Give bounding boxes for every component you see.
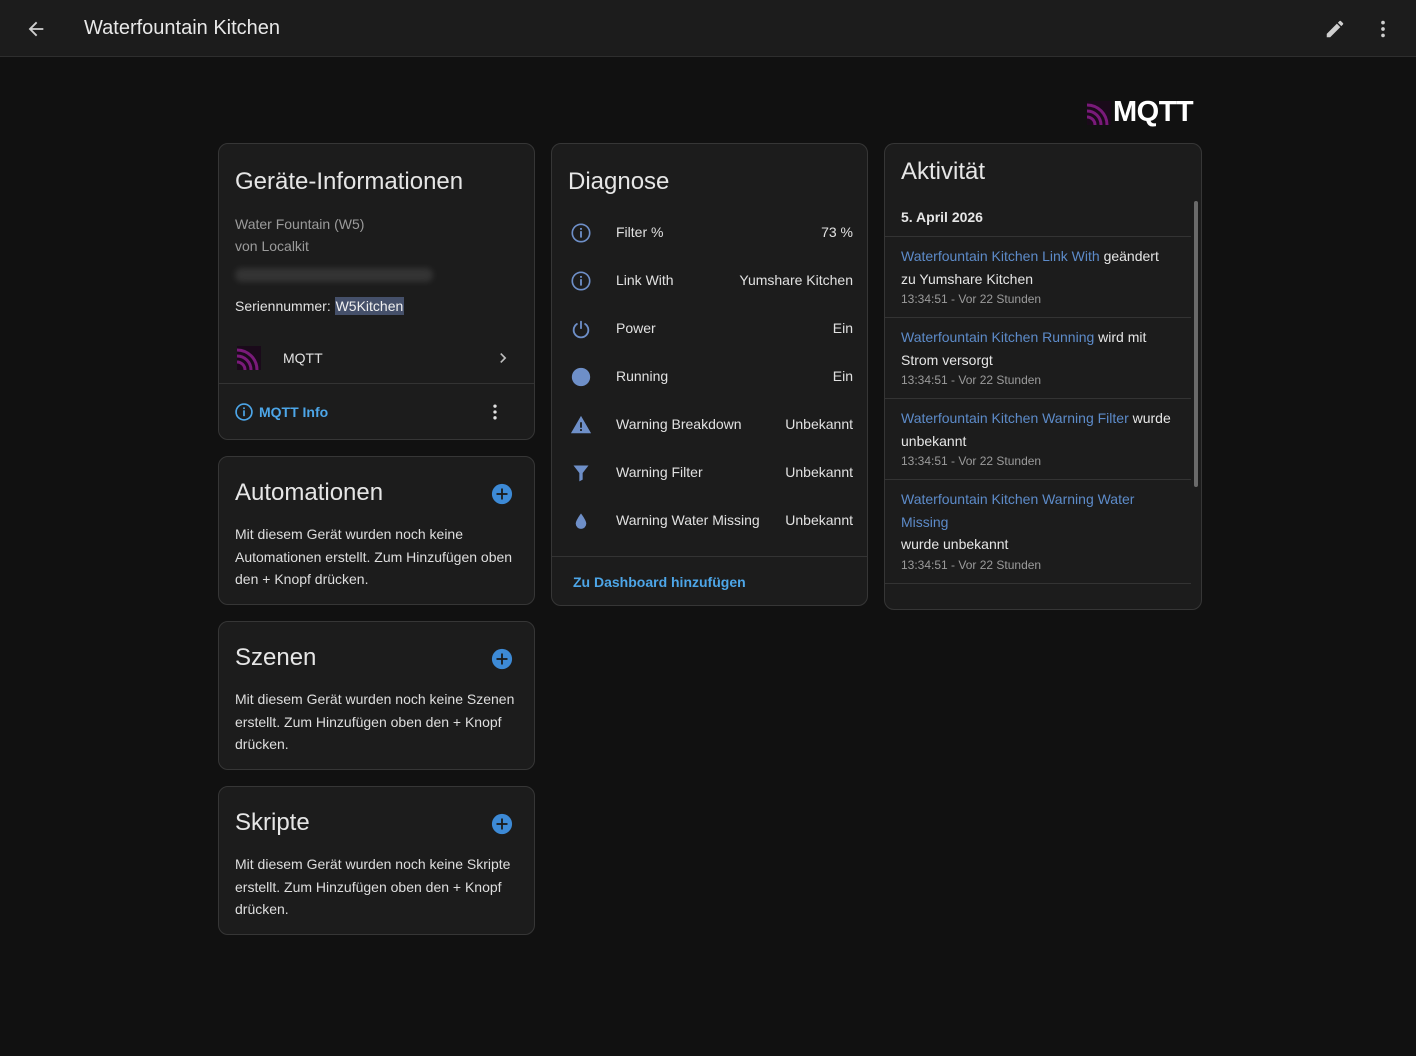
serial-label: Seriennummer: xyxy=(235,298,335,314)
divider xyxy=(219,383,534,384)
diagnose-card: Diagnose Filter % 73 % Link With Yumshar… xyxy=(551,143,868,606)
mqtt-info-label: MQTT Info xyxy=(259,404,329,420)
page-title: Waterfountain Kitchen xyxy=(84,17,281,39)
arrow-left-icon xyxy=(28,21,44,37)
activity-entry: Waterfountain Kitchen Warning Filter wur… xyxy=(885,398,1191,479)
diag-value: Yumshare Kitchen xyxy=(739,272,853,288)
more-options-button[interactable] xyxy=(1370,16,1396,42)
diag-name: Filter % xyxy=(616,224,664,240)
circle-icon xyxy=(571,367,591,387)
diag-row-warning-water-missing[interactable]: Warning Water Missing Unbekannt xyxy=(552,497,867,545)
water-drop-icon xyxy=(575,513,587,529)
scripts-title: Skripte xyxy=(235,809,310,836)
mqtt-logo: MQTT xyxy=(1087,96,1194,129)
mqtt-logo-icon xyxy=(1087,100,1111,125)
add-automation-button[interactable] xyxy=(491,483,513,505)
diag-row-filter[interactable]: Filter % 73 % xyxy=(552,209,867,257)
activity-entry-partial xyxy=(885,583,1191,596)
info-circle-icon xyxy=(571,271,591,291)
automations-title: Automationen xyxy=(235,479,384,506)
activity-text: wurde unbekannt xyxy=(901,536,1009,552)
scenes-card: Szenen Mit diesem Gerät wurden noch kein… xyxy=(218,621,535,770)
activity-time: 13:34:51 - Vor 22 Stunden xyxy=(901,373,1042,387)
diagnose-title: Diagnose xyxy=(568,168,670,195)
diag-name: Link With xyxy=(616,272,674,288)
scenes-empty-text: Mit diesem Gerät wurden noch keine Szene… xyxy=(235,691,515,752)
chevron-right-icon xyxy=(500,353,507,363)
diag-name: Warning Filter xyxy=(616,464,703,480)
activity-entry: Waterfountain Kitchen Running wird mit S… xyxy=(885,317,1191,398)
diag-row-warning-breakdown[interactable]: Warning Breakdown Unbekannt xyxy=(552,401,867,449)
diag-row-power[interactable]: Power Ein xyxy=(552,305,867,353)
edit-button[interactable] xyxy=(1322,16,1348,42)
scripts-card: Skripte Mit diesem Gerät wurden noch kei… xyxy=(218,786,535,935)
dots-vertical-icon xyxy=(1381,20,1385,38)
diag-name: Warning Water Missing xyxy=(616,512,760,528)
back-button[interactable] xyxy=(22,15,50,43)
add-scene-button[interactable] xyxy=(491,648,513,670)
scripts-empty-text: Mit diesem Gerät wurden noch keine Skrip… xyxy=(235,856,511,917)
top-app-bar: Waterfountain Kitchen xyxy=(0,0,1416,57)
device-info-title: Geräte-Informationen xyxy=(235,168,464,195)
mqtt-integration-icon xyxy=(237,346,261,370)
diag-name: Power xyxy=(616,320,656,336)
pencil-icon xyxy=(1326,20,1344,38)
redacted-firmware xyxy=(235,268,433,282)
activity-time: 13:34:51 - Vor 22 Stunden xyxy=(901,454,1042,468)
device-info-card: Geräte-Informationen Water Fountain (W5)… xyxy=(218,143,535,440)
activity-entity-link[interactable]: Waterfountain Kitchen Warning Water Miss… xyxy=(901,491,1134,530)
add-to-dashboard-link[interactable]: Zu Dashboard hinzufügen xyxy=(573,574,746,590)
diag-value: Unbekannt xyxy=(785,416,853,432)
diag-row-link-with[interactable]: Link With Yumshare Kitchen xyxy=(552,257,867,305)
diag-value: Ein xyxy=(832,368,853,384)
integration-label: MQTT xyxy=(283,350,323,366)
diag-name: Running xyxy=(616,368,669,384)
scenes-title: Szenen xyxy=(235,644,317,671)
activity-entity-link[interactable]: Waterfountain Kitchen Link With xyxy=(901,248,1100,264)
activity-time: 13:34:51 - Vor 22 Stunden xyxy=(901,292,1042,306)
activity-scrollbar[interactable] xyxy=(1194,201,1198,487)
mqtt-info-link[interactable]: MQTT Info xyxy=(234,402,328,422)
diag-value: Ein xyxy=(832,320,853,336)
activity-entry: Waterfountain Kitchen Link With geändert… xyxy=(885,236,1191,317)
activity-entity-link[interactable]: Waterfountain Kitchen Warning Filter xyxy=(901,410,1129,426)
integration-mqtt[interactable]: MQTT xyxy=(219,334,534,382)
activity-title: Aktivität xyxy=(901,158,986,185)
activity-entity-link[interactable]: Waterfountain Kitchen Running xyxy=(901,329,1094,345)
filter-icon xyxy=(573,465,589,482)
power-icon xyxy=(572,320,590,339)
divider xyxy=(552,556,867,557)
diag-value: Unbekannt xyxy=(785,512,853,528)
diag-name: Warning Breakdown xyxy=(616,416,742,432)
activity-list[interactable]: Waterfountain Kitchen Link With geändert… xyxy=(885,236,1191,596)
device-model: Water Fountain (W5) xyxy=(235,216,365,232)
info-circle-icon xyxy=(235,403,253,421)
activity-date: 5. April 2026 xyxy=(901,209,983,225)
mqtt-logo-text: MQTT xyxy=(1113,96,1194,128)
activity-entry: Waterfountain Kitchen Warning Water Miss… xyxy=(885,479,1191,583)
diag-row-warning-filter[interactable]: Warning Filter Unbekannt xyxy=(552,449,867,497)
diag-value: Unbekannt xyxy=(785,464,853,480)
add-script-button[interactable] xyxy=(491,813,513,835)
device-manufacturer: von Localkit xyxy=(235,238,309,254)
serial-value: W5Kitchen xyxy=(334,297,405,315)
automations-empty-text: Mit diesem Gerät wurden noch keine Autom… xyxy=(235,526,513,587)
dots-vertical-icon xyxy=(493,404,497,420)
activity-time: 13:34:51 - Vor 22 Stunden xyxy=(901,558,1042,572)
activity-card: Aktivität 5. April 2026 Waterfountain Ki… xyxy=(884,143,1202,610)
diag-value: 73 % xyxy=(821,224,853,240)
warning-icon xyxy=(570,415,592,434)
serial-number: Seriennummer: W5Kitchen xyxy=(235,297,405,315)
info-circle-icon xyxy=(571,223,591,243)
device-options-button[interactable] xyxy=(483,400,507,424)
automations-card: Automationen Mit diesem Gerät wurden noc… xyxy=(218,456,535,605)
diag-row-running[interactable]: Running Ein xyxy=(552,353,867,401)
